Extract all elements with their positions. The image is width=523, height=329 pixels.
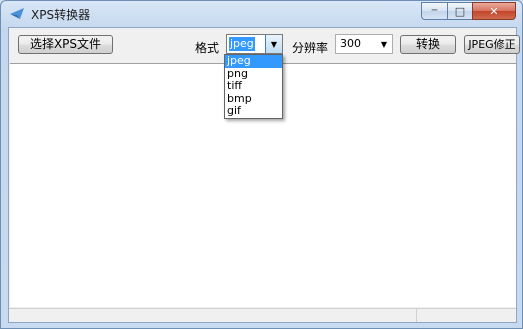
format-select[interactable]: jpeg ▼ (226, 34, 283, 54)
jpeg-fix-button[interactable]: JPEG修正 (464, 35, 520, 54)
chevron-down-icon[interactable]: ▼ (265, 35, 282, 53)
close-icon: ✕ (489, 4, 499, 18)
resolution-label: 分辨率 (292, 41, 329, 55)
resolution-selected-value: 300 (340, 37, 361, 50)
app-window: XPS转换器 ─ □ ✕ 选择XPS文件 格式 jpeg ▼ 分辨率 300 ▼… (0, 0, 523, 329)
format-label: 格式 (195, 41, 220, 55)
format-dropdown-list: jpeg png tiff bmp gif (224, 54, 283, 119)
select-xps-file-button[interactable]: 选择XPS文件 (18, 35, 113, 54)
format-option[interactable]: jpeg (225, 54, 282, 68)
minimize-icon: ─ (431, 6, 438, 16)
format-selected-value: jpeg (229, 37, 255, 51)
resolution-select[interactable]: 300 ▼ (335, 34, 393, 54)
format-option[interactable]: gif (225, 105, 282, 118)
app-icon (10, 8, 24, 19)
title-bar[interactable]: XPS转换器 ─ □ ✕ (1, 1, 522, 27)
maximize-button[interactable]: □ (447, 2, 473, 20)
close-button[interactable]: ✕ (472, 2, 516, 20)
window-title: XPS转换器 (31, 8, 91, 22)
chevron-down-icon[interactable]: ▼ (378, 37, 390, 51)
convert-button[interactable]: 转换 (400, 35, 456, 54)
status-bar (9, 308, 516, 322)
minimize-button[interactable]: ─ (421, 2, 448, 20)
maximize-icon: □ (454, 4, 466, 18)
status-panel (416, 308, 516, 322)
format-option[interactable]: tiff (225, 80, 282, 93)
